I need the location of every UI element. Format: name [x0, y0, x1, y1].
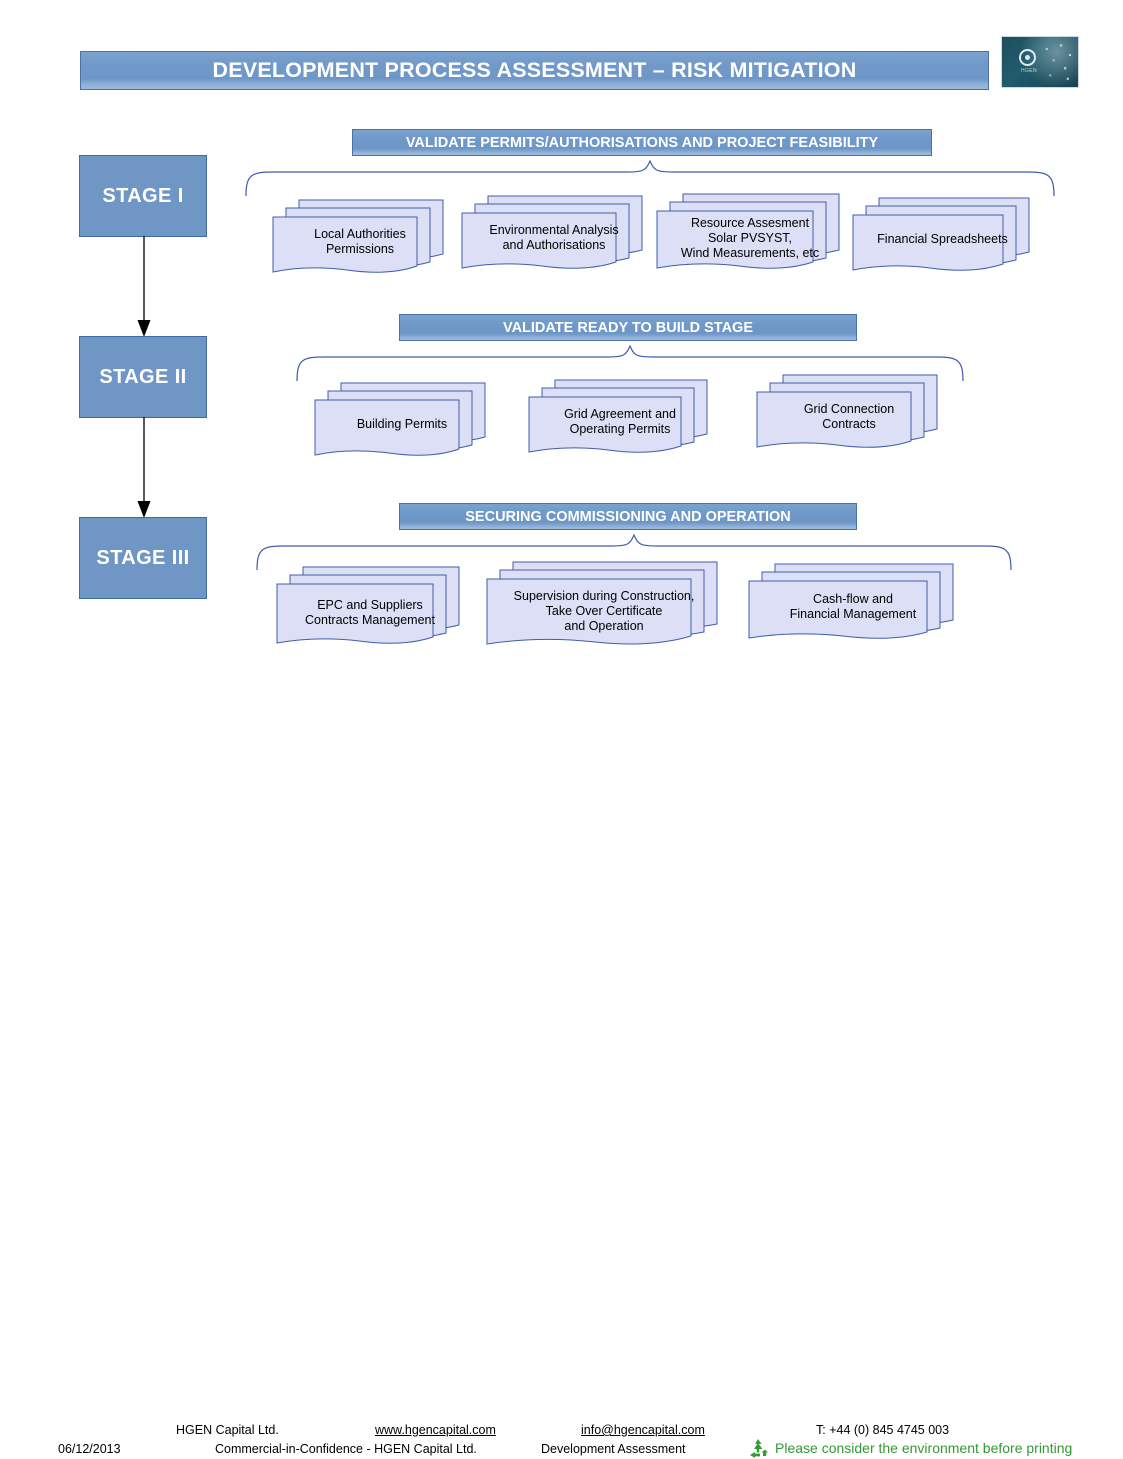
document-stack: Grid Connection Contracts: [755, 371, 943, 451]
logo-specks-icon: [1040, 41, 1074, 85]
company-logo: HGEN: [1001, 36, 1079, 88]
footer-green-notice: Please consider the environment before p…: [775, 1440, 1073, 1456]
document-stack: Building Permits: [313, 379, 491, 459]
document-stack: Grid Agreement and Operating Permits: [527, 376, 713, 456]
stage-1-banner: VALIDATE PERMITS/AUTHORISATIONS AND PROJ…: [352, 129, 932, 156]
footer-phone: T: +44 (0) 845 4745 003: [816, 1423, 950, 1437]
stage-box-1: STAGE I: [79, 155, 207, 237]
stage-2-banner: VALIDATE READY TO BUILD STAGE: [399, 314, 857, 341]
document-stack: Resource Assesment Solar PVSYST, Wind Me…: [655, 190, 845, 274]
document-stack: Cash-flow and Financial Management: [747, 560, 959, 644]
document-stack: Local Authorities Permissions: [271, 196, 449, 276]
footer-date: 06/12/2013: [58, 1442, 121, 1456]
slide-canvas: DEVELOPMENT PROCESS ASSESSMENT – RISK MI…: [0, 0, 1123, 1458]
stage-2-banner-label: VALIDATE READY TO BUILD STAGE: [502, 319, 753, 336]
stage-box-2: STAGE II: [79, 336, 207, 418]
stage-3-label: STAGE III: [96, 546, 190, 569]
stage-2-to-3-arrow: [137, 417, 151, 518]
stage-3-banner-label: SECURING COMMISSIONING AND OPERATION: [465, 508, 791, 525]
footer-email-link[interactable]: info@hgencapital.com: [581, 1423, 705, 1437]
stage-1-label: STAGE I: [102, 184, 184, 207]
footer-doc-title: Development Assessment: [541, 1442, 686, 1456]
logo-emblem-icon: [1019, 49, 1036, 66]
document-stack: EPC and Suppliers Contracts Management: [275, 563, 465, 649]
logo-wordmark: HGEN: [1020, 68, 1038, 74]
stage-1-banner-label: VALIDATE PERMITS/AUTHORISATIONS AND PROJ…: [405, 134, 879, 151]
footer-company: HGEN Capital Ltd.: [176, 1423, 279, 1437]
stage-box-3: STAGE III: [79, 517, 207, 599]
slide-footer: HGEN Capital Ltd. www.hgencapital.com in…: [0, 700, 1123, 1458]
document-stack: Environmental Analysis and Authorisation…: [460, 192, 648, 272]
stage-2-label: STAGE II: [99, 365, 187, 388]
footer-website-link[interactable]: www.hgencapital.com: [375, 1423, 496, 1437]
stage-1-to-2-arrow: [137, 236, 151, 337]
document-stack: Financial Spreadsheets: [851, 194, 1034, 274]
document-stack: Supervision during Construction, Take Ov…: [485, 558, 723, 650]
page-title: DEVELOPMENT PROCESS ASSESSMENT – RISK MI…: [212, 58, 857, 82]
footer-confidentiality: Commercial-in-Confidence - HGEN Capital …: [215, 1442, 477, 1456]
recycle-tree-icon: [750, 1439, 768, 1458]
stage-3-banner: SECURING COMMISSIONING AND OPERATION: [399, 503, 857, 530]
stage-1-brace: [245, 160, 1055, 196]
slide-title-banner: DEVELOPMENT PROCESS ASSESSMENT – RISK MI…: [80, 51, 989, 90]
